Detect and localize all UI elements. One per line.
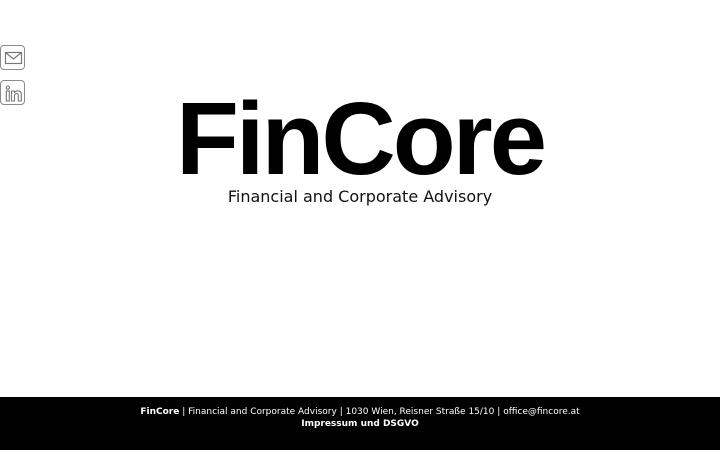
footer-info: FinCore | Financial and Corporate Adviso… (0, 397, 720, 418)
footer-email-link[interactable]: office@fincore.at (503, 407, 579, 417)
footer-brand: FinCore (140, 407, 180, 417)
footer-legal: Impressum und DSGVO (0, 418, 720, 430)
page: FinCore Financial and Corporate Advisory… (0, 0, 720, 450)
footer-separator: | (182, 407, 186, 417)
hero: FinCore (0, 84, 720, 194)
footer-separator: | (339, 407, 343, 417)
legal-link[interactable]: Impressum und DSGVO (301, 419, 419, 429)
footer-separator: | (497, 407, 501, 417)
footer-tagline: Financial and Corporate Advisory (188, 407, 337, 417)
email-link[interactable] (0, 45, 25, 70)
logo: FinCore (175, 81, 547, 196)
tagline: Financial and Corporate Advisory (227, 187, 493, 206)
footer: FinCore | Financial and Corporate Adviso… (0, 397, 720, 450)
envelope-icon (4, 51, 23, 65)
footer-address: 1030 Wien, Reisner Straße 15/10 (345, 407, 495, 417)
